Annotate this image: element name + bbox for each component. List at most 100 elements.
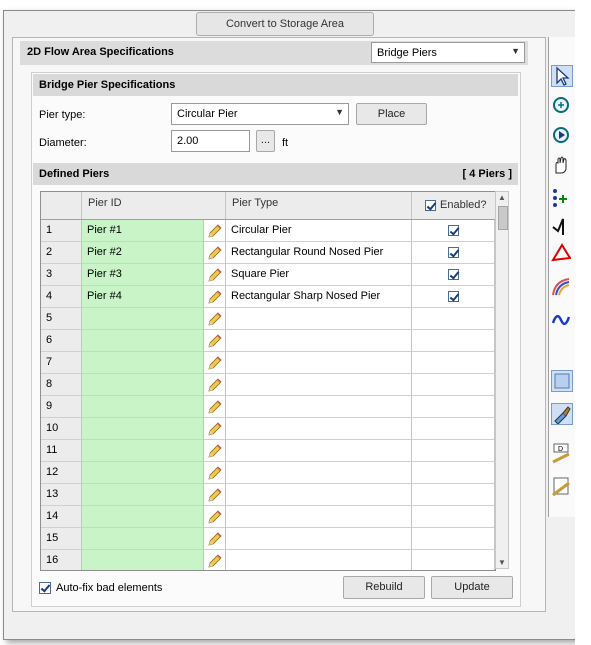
pier-id-cell[interactable]: Pier #4 <box>82 286 204 308</box>
update-button[interactable]: Update <box>431 576 513 599</box>
layer-select-icon[interactable] <box>551 370 573 392</box>
edit-pencil-button[interactable] <box>204 396 226 418</box>
pier-type-cell[interactable] <box>226 330 412 352</box>
enabled-cell[interactable] <box>412 330 495 352</box>
pier-id-cell[interactable]: Pier #1 <box>82 220 204 242</box>
edit-pencil-button[interactable] <box>204 374 226 396</box>
pier-id-cell[interactable] <box>82 396 204 418</box>
edit-pencil-button[interactable] <box>204 418 226 440</box>
enabled-cell[interactable] <box>412 484 495 506</box>
table-scrollbar[interactable]: ▲ ▼ <box>495 191 509 569</box>
table-row[interactable]: 5 <box>41 308 495 330</box>
table-row[interactable]: 9 <box>41 396 495 418</box>
edit-pencil-button[interactable] <box>204 528 226 550</box>
edit-pencil-button[interactable] <box>204 286 226 308</box>
table-row[interactable]: 10 <box>41 418 495 440</box>
enabled-cell[interactable] <box>412 242 495 264</box>
edit-pencil-button[interactable] <box>204 440 226 462</box>
pier-id-cell[interactable] <box>82 308 204 330</box>
select-arrow-icon[interactable] <box>551 65 573 87</box>
pier-id-cell[interactable]: Pier #2 <box>82 242 204 264</box>
edit-pencil-button[interactable] <box>204 462 226 484</box>
wave-line-icon[interactable] <box>551 309 573 331</box>
enabled-cell[interactable] <box>412 374 495 396</box>
edit-pencil-button[interactable] <box>204 264 226 286</box>
pier-type-cell[interactable] <box>226 462 412 484</box>
polygon-icon[interactable] <box>551 242 573 264</box>
pier-type-cell[interactable] <box>226 506 412 528</box>
enabled-checkbox[interactable] <box>448 225 459 236</box>
enabled-cell[interactable] <box>412 352 495 374</box>
pier-id-cell[interactable] <box>82 418 204 440</box>
paint-icon[interactable] <box>551 403 573 425</box>
table-row[interactable]: 13 <box>41 484 495 506</box>
table-row[interactable]: 11 <box>41 440 495 462</box>
pier-id-cell[interactable] <box>82 506 204 528</box>
enabled-cell[interactable] <box>412 462 495 484</box>
enable-all-checkbox[interactable] <box>425 200 436 211</box>
pier-id-cell[interactable] <box>82 484 204 506</box>
edit-pencil-button[interactable] <box>204 352 226 374</box>
pier-id-cell[interactable] <box>82 550 204 570</box>
table-row[interactable]: 7 <box>41 352 495 374</box>
pier-id-cell[interactable] <box>82 330 204 352</box>
autofix-checkbox[interactable] <box>39 582 51 594</box>
diameter-input[interactable]: 2.00 <box>171 130 250 152</box>
polyline-icon[interactable] <box>551 215 573 237</box>
scroll-down-icon[interactable]: ▼ <box>498 558 506 567</box>
table-row[interactable]: 6 <box>41 330 495 352</box>
pier-id-cell[interactable] <box>82 352 204 374</box>
table-row[interactable]: 1 Pier #1 Circular Pier <box>41 220 495 242</box>
zoom-in-icon[interactable] <box>551 95 573 117</box>
rainbow-line-icon[interactable] <box>551 275 573 297</box>
browse-button[interactable]: ... <box>256 130 275 152</box>
enabled-cell[interactable] <box>412 308 495 330</box>
pier-type-cell[interactable]: Circular Pier <box>226 220 412 242</box>
enabled-cell[interactable] <box>412 528 495 550</box>
edit-pencil-button[interactable] <box>204 242 226 264</box>
pier-id-cell[interactable] <box>82 440 204 462</box>
enabled-header[interactable]: Enabled? <box>412 192 495 219</box>
edit-pencil-button[interactable] <box>204 484 226 506</box>
add-point-icon[interactable] <box>551 187 573 209</box>
enabled-checkbox[interactable] <box>448 247 459 258</box>
enabled-cell[interactable] <box>412 220 495 242</box>
pier-id-cell[interactable] <box>82 462 204 484</box>
hand-icon[interactable] <box>551 155 573 177</box>
table-row[interactable]: 2 Pier #2 Rectangular Round Nosed Pier <box>41 242 495 264</box>
table-row[interactable]: 15 <box>41 528 495 550</box>
edit-pencil-button[interactable] <box>204 330 226 352</box>
enabled-cell[interactable] <box>412 286 495 308</box>
table-row[interactable]: 14 <box>41 506 495 528</box>
table-row[interactable]: 8 <box>41 374 495 396</box>
table-row[interactable]: 12 <box>41 462 495 484</box>
pier-type-cell[interactable]: Square Pier <box>226 264 412 286</box>
pier-type-cell[interactable] <box>226 484 412 506</box>
enabled-cell[interactable] <box>412 396 495 418</box>
pier-type-cell[interactable] <box>226 528 412 550</box>
convert-to-storage-area-button[interactable]: Convert to Storage Area <box>196 12 374 36</box>
enabled-cell[interactable] <box>412 440 495 462</box>
pier-type-cell[interactable] <box>226 418 412 440</box>
edit-pencil-button[interactable] <box>204 550 226 570</box>
enabled-checkbox[interactable] <box>448 291 459 302</box>
place-button[interactable]: Place <box>356 103 427 125</box>
pan-icon[interactable] <box>551 125 573 147</box>
pier-type-cell[interactable]: Rectangular Round Nosed Pier <box>226 242 412 264</box>
enabled-cell[interactable] <box>412 550 495 570</box>
enabled-cell[interactable] <box>412 264 495 286</box>
table-row[interactable]: 3 Pier #3 Square Pier <box>41 264 495 286</box>
pier-type-cell[interactable] <box>226 374 412 396</box>
ruler-d-icon[interactable]: D <box>551 442 573 464</box>
table-row[interactable]: 16 <box>41 550 495 570</box>
pier-type-cell[interactable] <box>226 440 412 462</box>
scroll-up-icon[interactable]: ▲ <box>498 193 506 202</box>
pier-id-cell[interactable] <box>82 528 204 550</box>
pier-type-cell[interactable]: Rectangular Sharp Nosed Pier <box>226 286 412 308</box>
pier-type-header[interactable]: Pier Type <box>226 192 412 219</box>
scroll-thumb[interactable] <box>498 206 508 230</box>
pier-type-cell[interactable] <box>226 308 412 330</box>
pier-id-header[interactable]: Pier ID <box>82 192 226 219</box>
edit-pencil-button[interactable] <box>204 506 226 528</box>
pier-type-dropdown[interactable]: Circular Pier ▼ <box>171 103 349 125</box>
